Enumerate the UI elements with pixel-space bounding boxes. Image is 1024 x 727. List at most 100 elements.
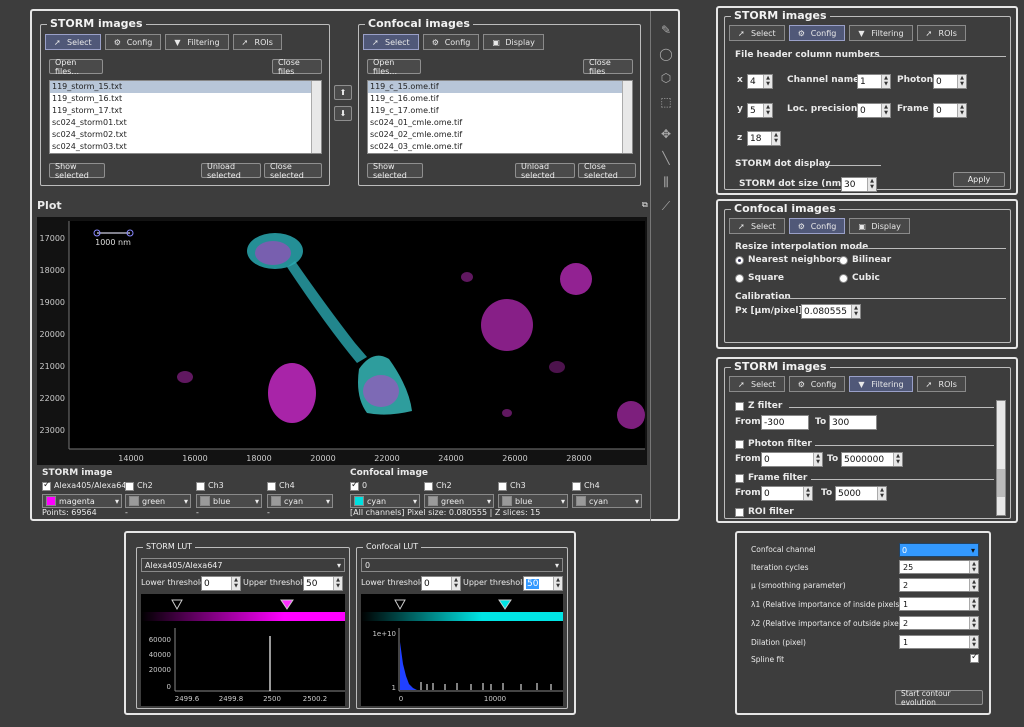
unload-selected-button[interactable]: Unload selected: [515, 162, 575, 180]
confocal-lut-combo[interactable]: 0 ▾: [361, 558, 563, 572]
tab-select[interactable]: ➚ Select: [729, 25, 785, 41]
px-spinbox[interactable]: 0.080555 ▲ ▼: [801, 304, 861, 319]
confocal-histogram[interactable]: 1e+10 1 0 10000: [361, 594, 563, 706]
frame-spinbox[interactable]: 0 ▲ ▼: [933, 103, 967, 118]
spin-arrows-icon[interactable]: ▲ ▼: [969, 617, 978, 629]
list-item[interactable]: 119_storm_17.txt: [50, 105, 321, 117]
loc-spinbox[interactable]: 0 ▲ ▼: [857, 103, 891, 118]
storm-upper-spinbox[interactable]: 50 ▲ ▼: [303, 576, 343, 591]
list-item[interactable]: sc024_storm01.txt: [50, 117, 321, 129]
spin-arrows-icon[interactable]: ▲ ▼: [451, 577, 460, 590]
tab-rois[interactable]: ➚ ROIs: [916, 376, 966, 392]
storm-lower-spinbox[interactable]: 0 ▲ ▼: [201, 576, 241, 591]
list-item[interactable]: 119_c_17.ome.tif: [368, 105, 632, 117]
tab-filtering[interactable]: ▼ Filtering: [849, 25, 913, 41]
tab-config[interactable]: ⚙ Config: [788, 25, 846, 41]
tab-display[interactable]: ▣ Display: [483, 34, 544, 50]
photon-from-spinbox[interactable]: 0 ▲ ▼: [761, 452, 823, 467]
close-selected-button[interactable]: Close selected: [264, 162, 322, 180]
nearest-radio[interactable]: [735, 256, 744, 265]
spin-arrows-icon[interactable]: ▲ ▼: [881, 104, 890, 117]
filter-scrollbar[interactable]: [996, 400, 1006, 516]
list-item[interactable]: 119_c_15.ome.tif: [368, 81, 632, 93]
start-contour-button[interactable]: Start contour evolution: [895, 689, 983, 707]
z-from-spinbox[interactable]: -300: [761, 415, 809, 430]
conf-ch1-checkbox[interactable]: [350, 480, 359, 491]
conf-ch2-color[interactable]: green ▾: [424, 494, 494, 508]
storm-lut-combo[interactable]: Alexa405/Alexa647 ▾: [141, 558, 345, 572]
conf-ch2-checkbox[interactable]: [424, 482, 433, 491]
photon-filter-checkbox[interactable]: [735, 440, 744, 449]
storm-ch2-color[interactable]: green ▾: [125, 494, 191, 508]
polygon-icon[interactable]: ⬡: [659, 71, 673, 85]
storm-ch4-color[interactable]: cyan ▾: [267, 494, 333, 508]
scrollbar[interactable]: [622, 81, 632, 153]
tab-config[interactable]: ⚙ Config: [788, 218, 846, 234]
spin-arrows-icon[interactable]: ▲ ▼: [969, 598, 978, 610]
confocal-channel-combo[interactable]: 0 ▾: [899, 543, 979, 557]
list-item[interactable]: 119_storm_16.txt: [50, 93, 321, 105]
spline-fit-checkbox[interactable]: [970, 652, 979, 663]
storm-ch4-checkbox[interactable]: [267, 482, 276, 491]
spin-arrows-icon[interactable]: ▲ ▼: [881, 75, 890, 88]
spin-arrows-icon[interactable]: ▲ ▼: [851, 305, 860, 318]
tab-filtering[interactable]: ▼ Filtering: [165, 34, 229, 50]
spin-arrows-icon[interactable]: ▲ ▼: [763, 104, 772, 117]
spin-arrows-icon[interactable]: ▲ ▼: [771, 132, 780, 145]
histogram-icon[interactable]: ⫼: [659, 175, 673, 189]
tab-config[interactable]: ⚙ Config: [104, 34, 162, 50]
photon-to-spinbox[interactable]: 5000000 ▲ ▼: [841, 452, 903, 467]
spin-arrows-icon[interactable]: ▲ ▼: [803, 487, 812, 500]
open-files-button[interactable]: Open files...: [367, 58, 421, 76]
show-selected-button[interactable]: Show selected: [367, 162, 423, 180]
close-files-button[interactable]: Close files: [272, 58, 322, 76]
list-item[interactable]: sc024_storm02.txt: [50, 129, 321, 141]
spin-arrows-icon[interactable]: ▲ ▼: [333, 577, 342, 590]
apply-button[interactable]: Apply: [953, 172, 1005, 187]
list-item[interactable]: sc024_02_cmle.ome.tif: [368, 129, 632, 141]
spin-arrows-icon[interactable]: ▲ ▼: [893, 453, 902, 466]
spin-arrows-icon[interactable]: ▲ ▼: [867, 178, 876, 191]
lambda1-spinbox[interactable]: 1 ▲ ▼: [899, 597, 979, 611]
list-item[interactable]: 119_c_16.ome.tif: [368, 93, 632, 105]
dot-size-spinbox[interactable]: 30 ▲ ▼: [841, 177, 877, 192]
z-to-spinbox[interactable]: 300: [829, 415, 877, 430]
confocal-lower-spinbox[interactable]: 0 ▲ ▼: [421, 576, 461, 591]
confocal-file-list[interactable]: 119_c_15.ome.tif 119_c_16.ome.tif 119_c_…: [367, 80, 633, 154]
photon-spinbox[interactable]: 0 ▲ ▼: [933, 74, 967, 89]
frame-filter-checkbox[interactable]: [735, 474, 744, 483]
x-spinbox[interactable]: 4 ▲ ▼: [747, 74, 773, 89]
tab-rois[interactable]: ➚ ROIs: [916, 25, 966, 41]
cubic-radio[interactable]: [839, 274, 848, 283]
bilinear-radio[interactable]: [839, 256, 848, 265]
confocal-upper-spinbox[interactable]: 50 ▲ ▼: [523, 576, 563, 591]
list-item[interactable]: sc024_03_cmle.ome.tif: [368, 141, 632, 153]
z-spinbox[interactable]: 18 ▲ ▼: [747, 131, 781, 146]
move-down-button[interactable]: ⬇: [334, 106, 352, 121]
line-icon[interactable]: ╲: [659, 151, 673, 165]
frame-from-spinbox[interactable]: 0 ▲ ▼: [761, 486, 813, 501]
list-item[interactable]: sc024_01_cmle.ome.tif: [368, 117, 632, 129]
storm-ch3-color[interactable]: blue ▾: [196, 494, 262, 508]
tab-config[interactable]: ⚙ Config: [422, 34, 480, 50]
move-icon[interactable]: ✥: [659, 127, 673, 141]
spin-arrows-icon[interactable]: ▲ ▼: [969, 579, 978, 591]
tab-display[interactable]: ▣ Display: [849, 218, 910, 234]
freehand-icon[interactable]: ✎: [659, 23, 673, 37]
conf-ch4-checkbox[interactable]: [572, 482, 581, 491]
iteration-spinbox[interactable]: 25 ▲ ▼: [899, 560, 979, 574]
tab-config[interactable]: ⚙ Config: [788, 376, 846, 392]
spin-arrows-icon[interactable]: ▲ ▼: [877, 487, 886, 500]
unload-selected-button[interactable]: Unload selected: [201, 162, 261, 180]
storm-file-list[interactable]: 119_storm_15.txt 119_storm_16.txt 119_st…: [49, 80, 322, 154]
conf-ch1-color[interactable]: cyan ▾: [350, 494, 420, 508]
close-files-button[interactable]: Close files: [583, 58, 633, 76]
spin-arrows-icon[interactable]: ▲ ▼: [957, 104, 966, 117]
tab-rois[interactable]: ➚ ROIs: [232, 34, 282, 50]
close-selected-button[interactable]: Close selected: [578, 162, 636, 180]
storm-ch3-checkbox[interactable]: [196, 482, 205, 491]
open-files-button[interactable]: Open files...: [49, 58, 103, 76]
spin-arrows-icon[interactable]: ▲ ▼: [763, 75, 772, 88]
spin-arrows-icon[interactable]: ▲ ▼: [553, 577, 562, 590]
float-icon[interactable]: ⧉: [642, 200, 648, 210]
